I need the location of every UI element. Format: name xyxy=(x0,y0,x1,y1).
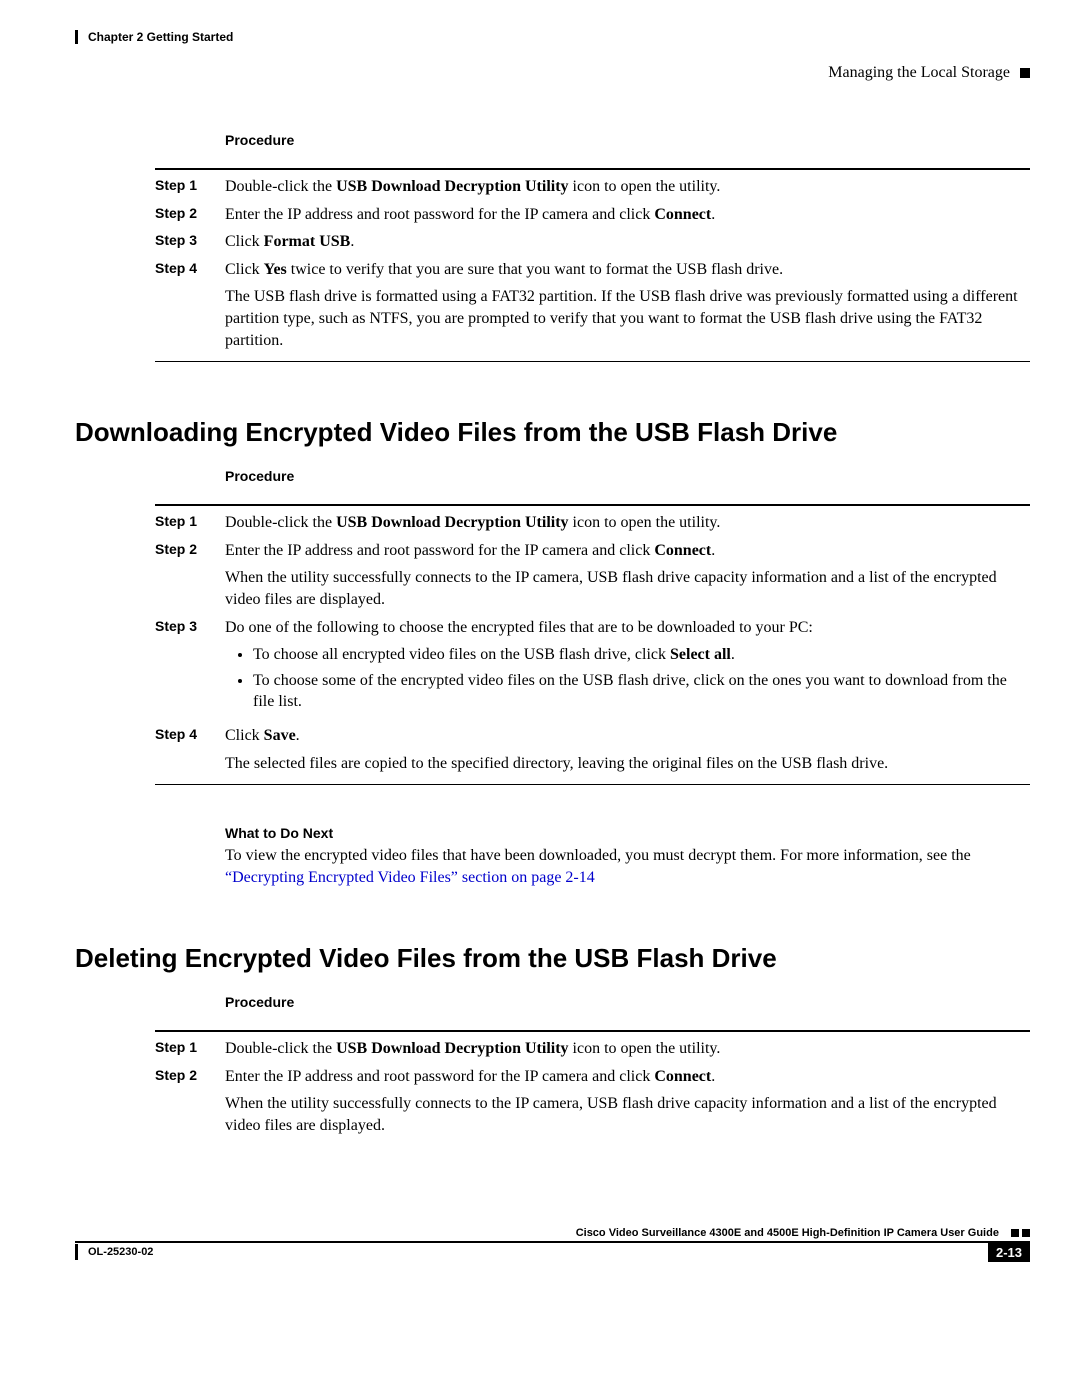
cross-ref-link[interactable]: “Decrypting Encrypted Video Files” secti… xyxy=(225,869,595,886)
step-row: Step 4 Click Save. The selected files ar… xyxy=(155,725,1030,774)
square-icon xyxy=(1022,1229,1030,1237)
step-content: Click Save. The selected files are copie… xyxy=(225,725,1030,774)
page-footer: Cisco Video Surveillance 4300E and 4500E… xyxy=(75,1227,1030,1262)
step-label: Step 4 xyxy=(155,725,225,744)
bullet-item: To choose all encrypted video files on t… xyxy=(253,644,1030,666)
header-square-icon xyxy=(1020,68,1030,78)
procedure-label: Procedure xyxy=(225,132,1030,148)
footer-guide-title: Cisco Video Surveillance 4300E and 4500E… xyxy=(576,1227,999,1239)
step-row: Step 2 Enter the IP address and root pas… xyxy=(155,204,1030,226)
step-content: Double-click the USB Download Decryption… xyxy=(225,1038,1030,1060)
step-label: Step 1 xyxy=(155,176,225,195)
step-note: When the utility successfully connects t… xyxy=(225,567,1030,610)
step-label: Step 2 xyxy=(155,540,225,559)
procedure-label: Procedure xyxy=(225,468,1030,484)
step-row: Step 3 Do one of the following to choose… xyxy=(155,617,1030,719)
step-row: Step 1 Double-click the USB Download Dec… xyxy=(155,512,1030,534)
step-row: Step 1 Double-click the USB Download Dec… xyxy=(155,176,1030,198)
header-section-wrap: Managing the Local Storage xyxy=(75,64,1030,82)
step-label: Step 3 xyxy=(155,617,225,636)
step-row: Step 4 Click Yes twice to verify that yo… xyxy=(155,259,1030,351)
header-section: Managing the Local Storage xyxy=(828,64,1010,82)
step-content: Click Yes twice to verify that you are s… xyxy=(225,259,1030,351)
footer-doc-id: OL-25230-02 xyxy=(88,1246,153,1258)
square-icon xyxy=(1011,1229,1019,1237)
section-title-downloading: Downloading Encrypted Video Files from t… xyxy=(75,417,1030,448)
what-to-do-next-label: What to Do Next xyxy=(225,825,1030,841)
page-number: 2-13 xyxy=(988,1243,1030,1262)
step-row: Step 2 Enter the IP address and root pas… xyxy=(155,540,1030,611)
step-row: Step 2 Enter the IP address and root pas… xyxy=(155,1066,1030,1137)
step-content: Enter the IP address and root password f… xyxy=(225,540,1030,611)
step-content: Enter the IP address and root password f… xyxy=(225,1066,1030,1137)
step-content: Click Format USB. xyxy=(225,231,1030,253)
section-title-deleting: Deleting Encrypted Video Files from the … xyxy=(75,943,1030,974)
step-row: Step 1 Double-click the USB Download Dec… xyxy=(155,1038,1030,1060)
step-note: The selected files are copied to the spe… xyxy=(225,753,1030,775)
page-header: Chapter 2 Getting Started xyxy=(75,30,1030,44)
step-content: Do one of the following to choose the en… xyxy=(225,617,1030,719)
step-label: Step 2 xyxy=(155,204,225,223)
step-row: Step 3 Click Format USB. xyxy=(155,231,1030,253)
procedure-label: Procedure xyxy=(225,994,1030,1010)
step-label: Step 3 xyxy=(155,231,225,250)
step-note: When the utility successfully connects t… xyxy=(225,1093,1030,1136)
step-note: The USB flash drive is formatted using a… xyxy=(225,286,1030,351)
step-content: Double-click the USB Download Decryption… xyxy=(225,512,1030,534)
step-content: Double-click the USB Download Decryption… xyxy=(225,176,1030,198)
step-label: Step 2 xyxy=(155,1066,225,1085)
step-label: Step 4 xyxy=(155,259,225,278)
what-to-do-next-text: To view the encrypted video files that h… xyxy=(225,845,1030,888)
step-label: Step 1 xyxy=(155,512,225,531)
step-label: Step 1 xyxy=(155,1038,225,1057)
step-content: Enter the IP address and root password f… xyxy=(225,204,1030,226)
bullet-item: To choose some of the encrypted video fi… xyxy=(253,670,1030,713)
header-chapter: Chapter 2 Getting Started xyxy=(88,30,233,44)
